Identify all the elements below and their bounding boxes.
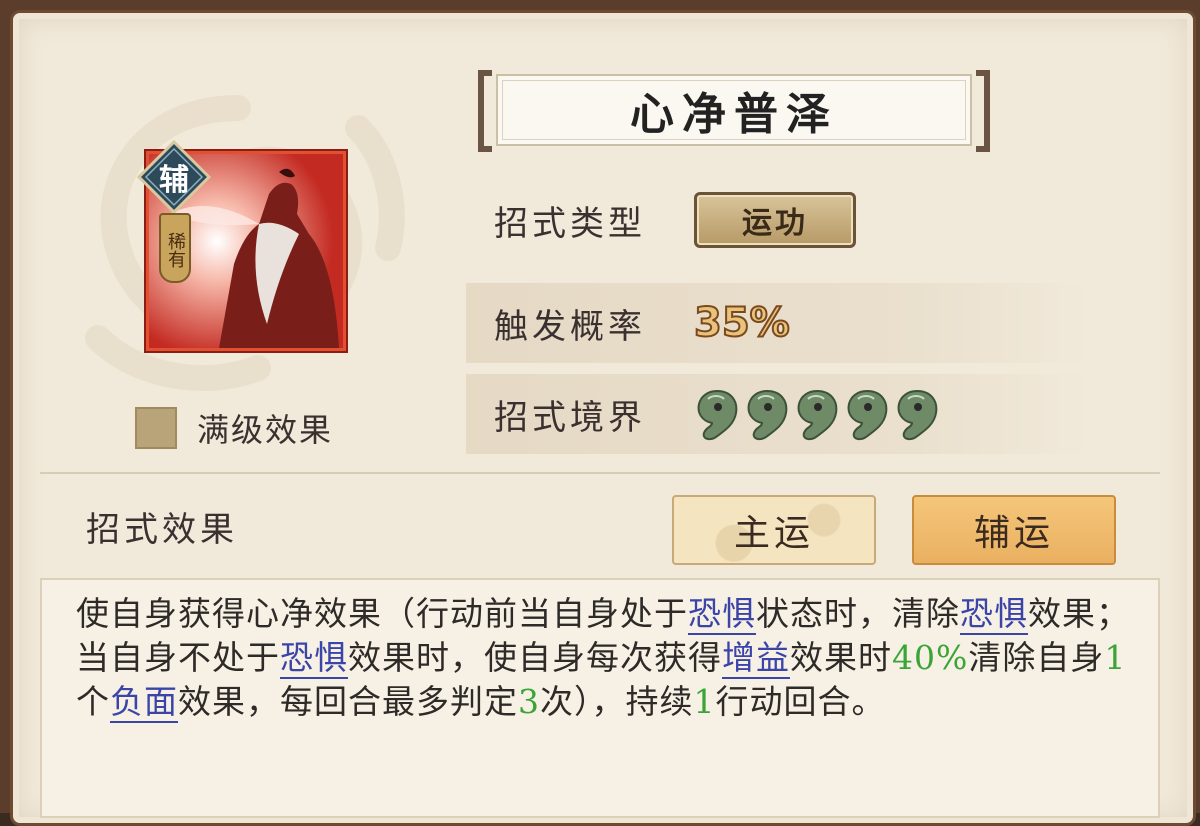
description-text: 行动回合。 [715,682,886,721]
keyword-link[interactable]: 增益 [722,638,790,679]
effect-description: 使自身获得心净效果（行动前当自身处于恐惧状态时，清除恐惧效果；当自身不处于恐惧效… [76,592,1136,724]
type-badge: 运功 [694,192,856,248]
trigger-label: 触发概率 [494,306,646,347]
max-level-checkbox[interactable] [135,407,177,449]
bracket-left-icon [478,70,492,152]
jade-magatama-icon [897,389,938,441]
description-text: 个 [76,682,110,721]
trigger-value: 35% [693,299,791,347]
row-trigger-rate: 触发概率 35% [466,283,1090,363]
role-badge-text: 辅 [159,163,189,198]
bracket-right-icon [976,70,990,152]
number-value: 1 [1104,638,1127,677]
keyword-link[interactable]: 恐惧 [280,638,348,679]
tab-support-effect[interactable]: 辅运 [912,495,1116,565]
jade-magatama-icon [697,389,738,441]
realm-label: 招式境界 [494,397,646,438]
rarity-tag: 稀有 [159,213,191,283]
number-value: 1 [693,682,716,721]
description-text: 清除自身 [968,638,1105,677]
keyword-link[interactable]: 恐惧 [688,594,756,635]
jade-magatama-icon [847,389,888,441]
effect-label: 招式效果 [86,510,238,550]
number-value: 3 [518,682,540,721]
skill-name: 心净普泽 [496,74,972,146]
jade-magatama-icon [747,389,788,441]
description-text: 效果时，使自身每次获得 [348,638,722,677]
description-text: 使自身获得心净效果（行动前当自身处于 [76,594,688,633]
number-value: 40% [892,638,969,677]
skill-title-plaque: 心净普泽 [478,70,990,152]
row-skill-realm: 招式境界 [466,374,1090,454]
description-text: 效果，每回合最多判定 [178,682,518,721]
description-text: 状态时，清除 [756,594,960,633]
description-text: 次），持续 [540,682,694,721]
keyword-link[interactable]: 负面 [110,682,178,723]
row-skill-type: 招式类型 运功 [466,180,1090,260]
max-level-toggle[interactable]: 满级效果 [135,405,333,451]
divider [40,472,1160,474]
tab-main-effect[interactable]: 主运 [672,495,876,565]
jade-magatama-icon [797,389,838,441]
description-text: 效果时 [790,638,892,677]
type-label: 招式类型 [494,203,646,244]
max-level-label: 满级效果 [197,411,334,449]
keyword-link[interactable]: 恐惧 [960,594,1028,635]
realm-beads [694,387,944,441]
